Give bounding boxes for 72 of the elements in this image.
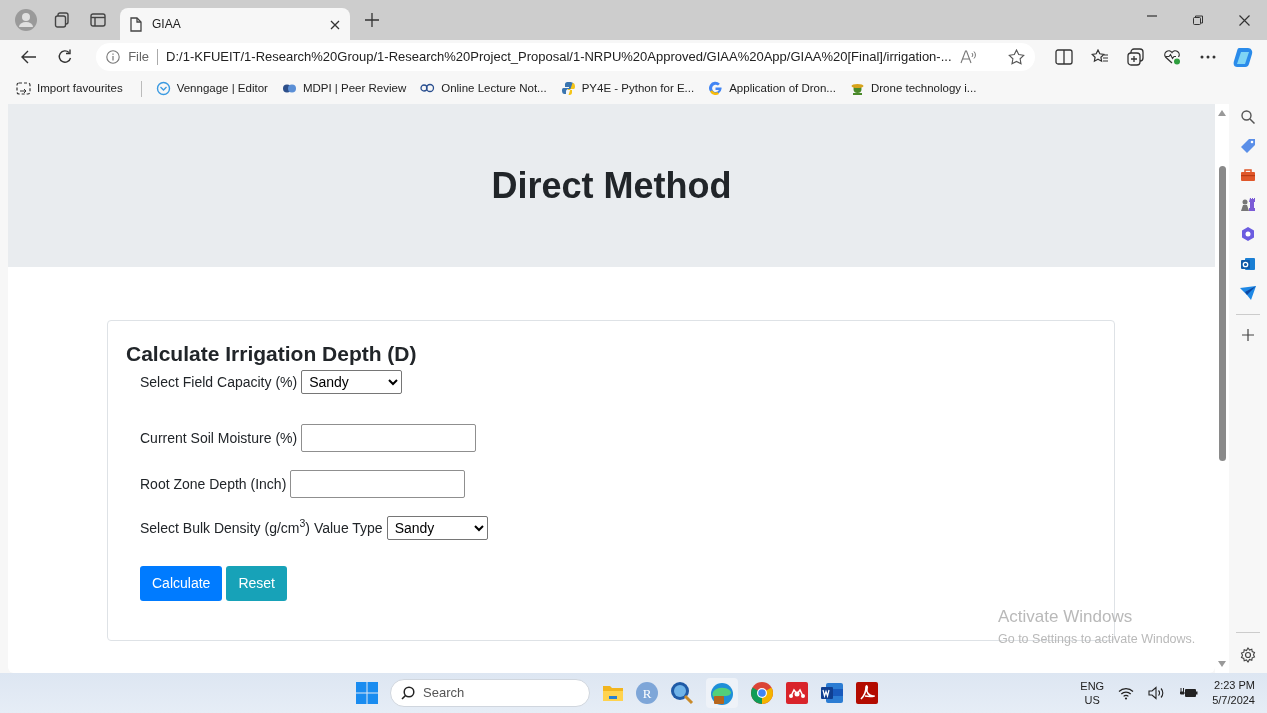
close-icon[interactable]: [1238, 14, 1250, 26]
battery-charging-icon[interactable]: [1180, 687, 1199, 699]
field-label: Select Field Capacity (%): [140, 372, 298, 392]
bookmark-link[interactable]: PY4E - Python for E...: [560, 79, 695, 98]
activation-text: Go to Settings to activate Windows.: [998, 630, 1196, 648]
workspaces-icon[interactable]: [54, 12, 70, 28]
split-screen-icon[interactable]: [1054, 48, 1073, 65]
info-icon[interactable]: [106, 49, 121, 64]
tag-icon[interactable]: [1240, 138, 1256, 154]
refresh-icon[interactable]: [57, 48, 74, 65]
chrome-icon[interactable]: [750, 681, 774, 705]
magnifier-globe-icon[interactable]: [670, 681, 694, 705]
plus-icon[interactable]: [1242, 329, 1254, 341]
bookmark-icon: [849, 81, 865, 96]
field-label: Select Bulk Density (g/cm$^{3}$) Value Type: [140, 517, 383, 538]
word-icon[interactable]: [820, 682, 844, 704]
read-aloud-icon[interactable]: [959, 49, 976, 64]
scroll-up-icon[interactable]: [1218, 110, 1226, 116]
bookmark-link[interactable]: Application of Dron...: [708, 79, 836, 98]
search-icon: [401, 686, 415, 700]
start-icon[interactable]: [356, 682, 378, 704]
browser-tab[interactable]: GIAA: [120, 8, 350, 40]
favorites-icon[interactable]: [1090, 48, 1109, 65]
scroll-down-icon[interactable]: [1218, 661, 1226, 667]
hexagon-icon[interactable]: [1240, 226, 1256, 242]
back-icon[interactable]: [21, 49, 38, 64]
bookmark-link[interactable]: MDPI | Peer Review: [281, 79, 407, 98]
dropdown[interactable]: Sandy: [386, 516, 488, 541]
wifi-icon[interactable]: [1118, 686, 1135, 700]
collections-icon[interactable]: [1126, 47, 1145, 66]
input-field[interactable]: [301, 424, 477, 453]
close-icon[interactable]: [330, 19, 340, 30]
address-bar[interactable]: File D:/1-KFUEIT/1-Research%20Group/1-Research%20Project_Proposal/1-NRPU%20Approved/GIAA%20App/GIAA%20[Final]/irrigation-...: [96, 42, 1035, 71]
site-scheme-label: File: [128, 47, 150, 66]
more-icon[interactable]: [1199, 54, 1216, 59]
bookmark-link[interactable]: Drone technology i...: [849, 79, 977, 98]
folder-icon[interactable]: [602, 683, 624, 703]
bookmark-icon: [155, 81, 171, 96]
action-button[interactable]: Calculate: [140, 566, 223, 602]
page-heading: Direct Method: [491, 163, 732, 208]
activation-title: Activate Windows: [998, 606, 1134, 628]
minimize-icon[interactable]: [1147, 14, 1157, 17]
search-icon[interactable]: [1241, 110, 1255, 124]
restore-icon[interactable]: [1193, 14, 1203, 25]
settings-icon[interactable]: [1240, 647, 1256, 663]
mail-app-icon[interactable]: [1240, 256, 1256, 272]
field-label: Current Soil Moisture (%): [140, 428, 298, 448]
url-text: D:/1-KFUEIT/1-Research%20Group/1-Research%20Project_Proposal/1-NRPU%20Approved/GIAA%20App/GIAA%20[Final]/irrigation-...: [166, 47, 952, 66]
clock[interactable]: 2:23 PM 5/7/2024: [1212, 678, 1255, 708]
bookmark-link[interactable]: Import favourites: [16, 79, 123, 98]
chess-pieces-icon[interactable]: [1240, 196, 1256, 212]
input-field[interactable]: [290, 470, 466, 499]
health-icon[interactable]: [1162, 48, 1181, 65]
tab-actions-icon[interactable]: [90, 13, 106, 27]
paper-plane-icon[interactable]: [1240, 286, 1256, 300]
bookmark-link[interactable]: Online Lecture Not...: [420, 79, 547, 98]
bookmark-icon: [16, 81, 31, 96]
dropdown[interactable]: Sandy: [301, 370, 403, 395]
taskbar-search[interactable]: Search: [390, 679, 590, 707]
star-icon[interactable]: [1007, 49, 1025, 66]
pdf-reader-icon[interactable]: [856, 682, 878, 704]
toolbox-icon[interactable]: [1240, 168, 1256, 182]
form-title: Calculate Irrigation Depth (D): [126, 341, 418, 367]
language-indicator[interactable]: ENG US: [1080, 678, 1105, 708]
bookmark-icon: [708, 81, 724, 96]
scrollbar-thumb[interactable]: [1218, 166, 1226, 461]
bookmark-icon: [560, 81, 576, 96]
bookmark-link[interactable]: Venngage | Editor: [155, 79, 268, 98]
plus-icon[interactable]: [365, 13, 379, 27]
field-label: Root Zone Depth (Inch): [140, 474, 287, 494]
mendeley-icon[interactable]: [786, 682, 808, 704]
page-icon: [130, 16, 142, 32]
